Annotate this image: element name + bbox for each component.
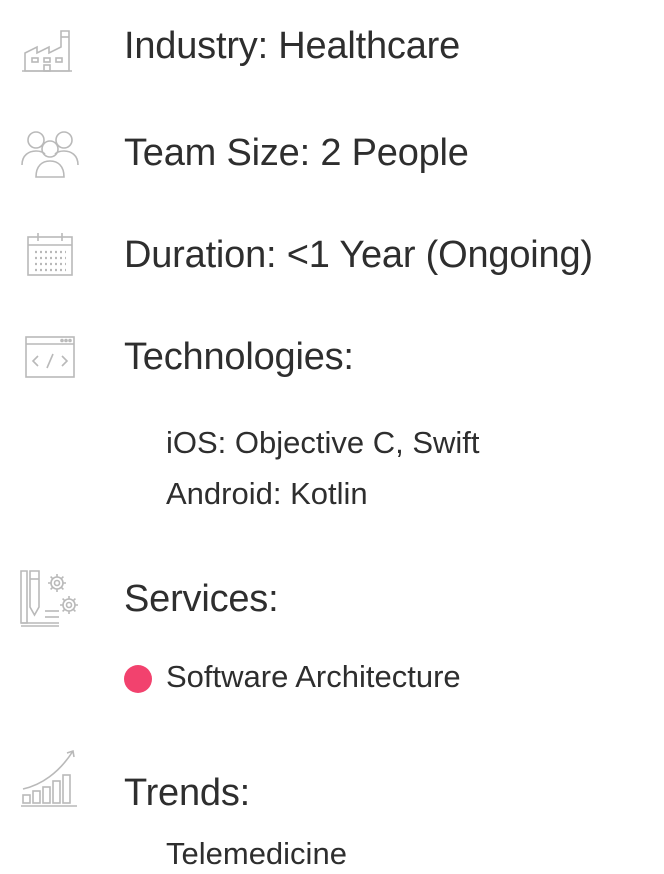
code-window-icon [19,326,81,388]
growth-chart-icon [19,746,81,808]
technologies-row: Technologies: iOS: Objective C, Swift An… [0,324,664,524]
service-bullet [124,665,152,693]
tech-item: Android: Kotlin [166,476,368,511]
service-item: Software Architecture [166,659,461,694]
trends-row: Trends: Telemedicine [0,746,664,873]
factory-icon [19,16,81,78]
duration-row: Duration: <1 Year (Ongoing) [0,222,664,292]
team-size-label: Team Size: 2 People [124,132,469,174]
people-group-icon [19,122,81,184]
duration-label: Duration: <1 Year (Ongoing) [124,234,593,276]
trend-item: Telemedicine [166,836,347,871]
team-size-row: Team Size: 2 People [0,118,664,188]
technologies-label: Technologies: [124,336,354,378]
services-label: Services: [124,578,279,620]
design-gears-icon [19,566,81,628]
trends-label: Trends: [124,772,251,814]
industry-label: Industry: Healthcare [124,25,461,67]
tech-item: iOS: Objective C, Swift [166,425,480,460]
services-row: Services: Software Architecture [0,566,664,706]
industry-row: Industry: Healthcare [0,12,664,82]
calendar-icon [19,224,81,286]
